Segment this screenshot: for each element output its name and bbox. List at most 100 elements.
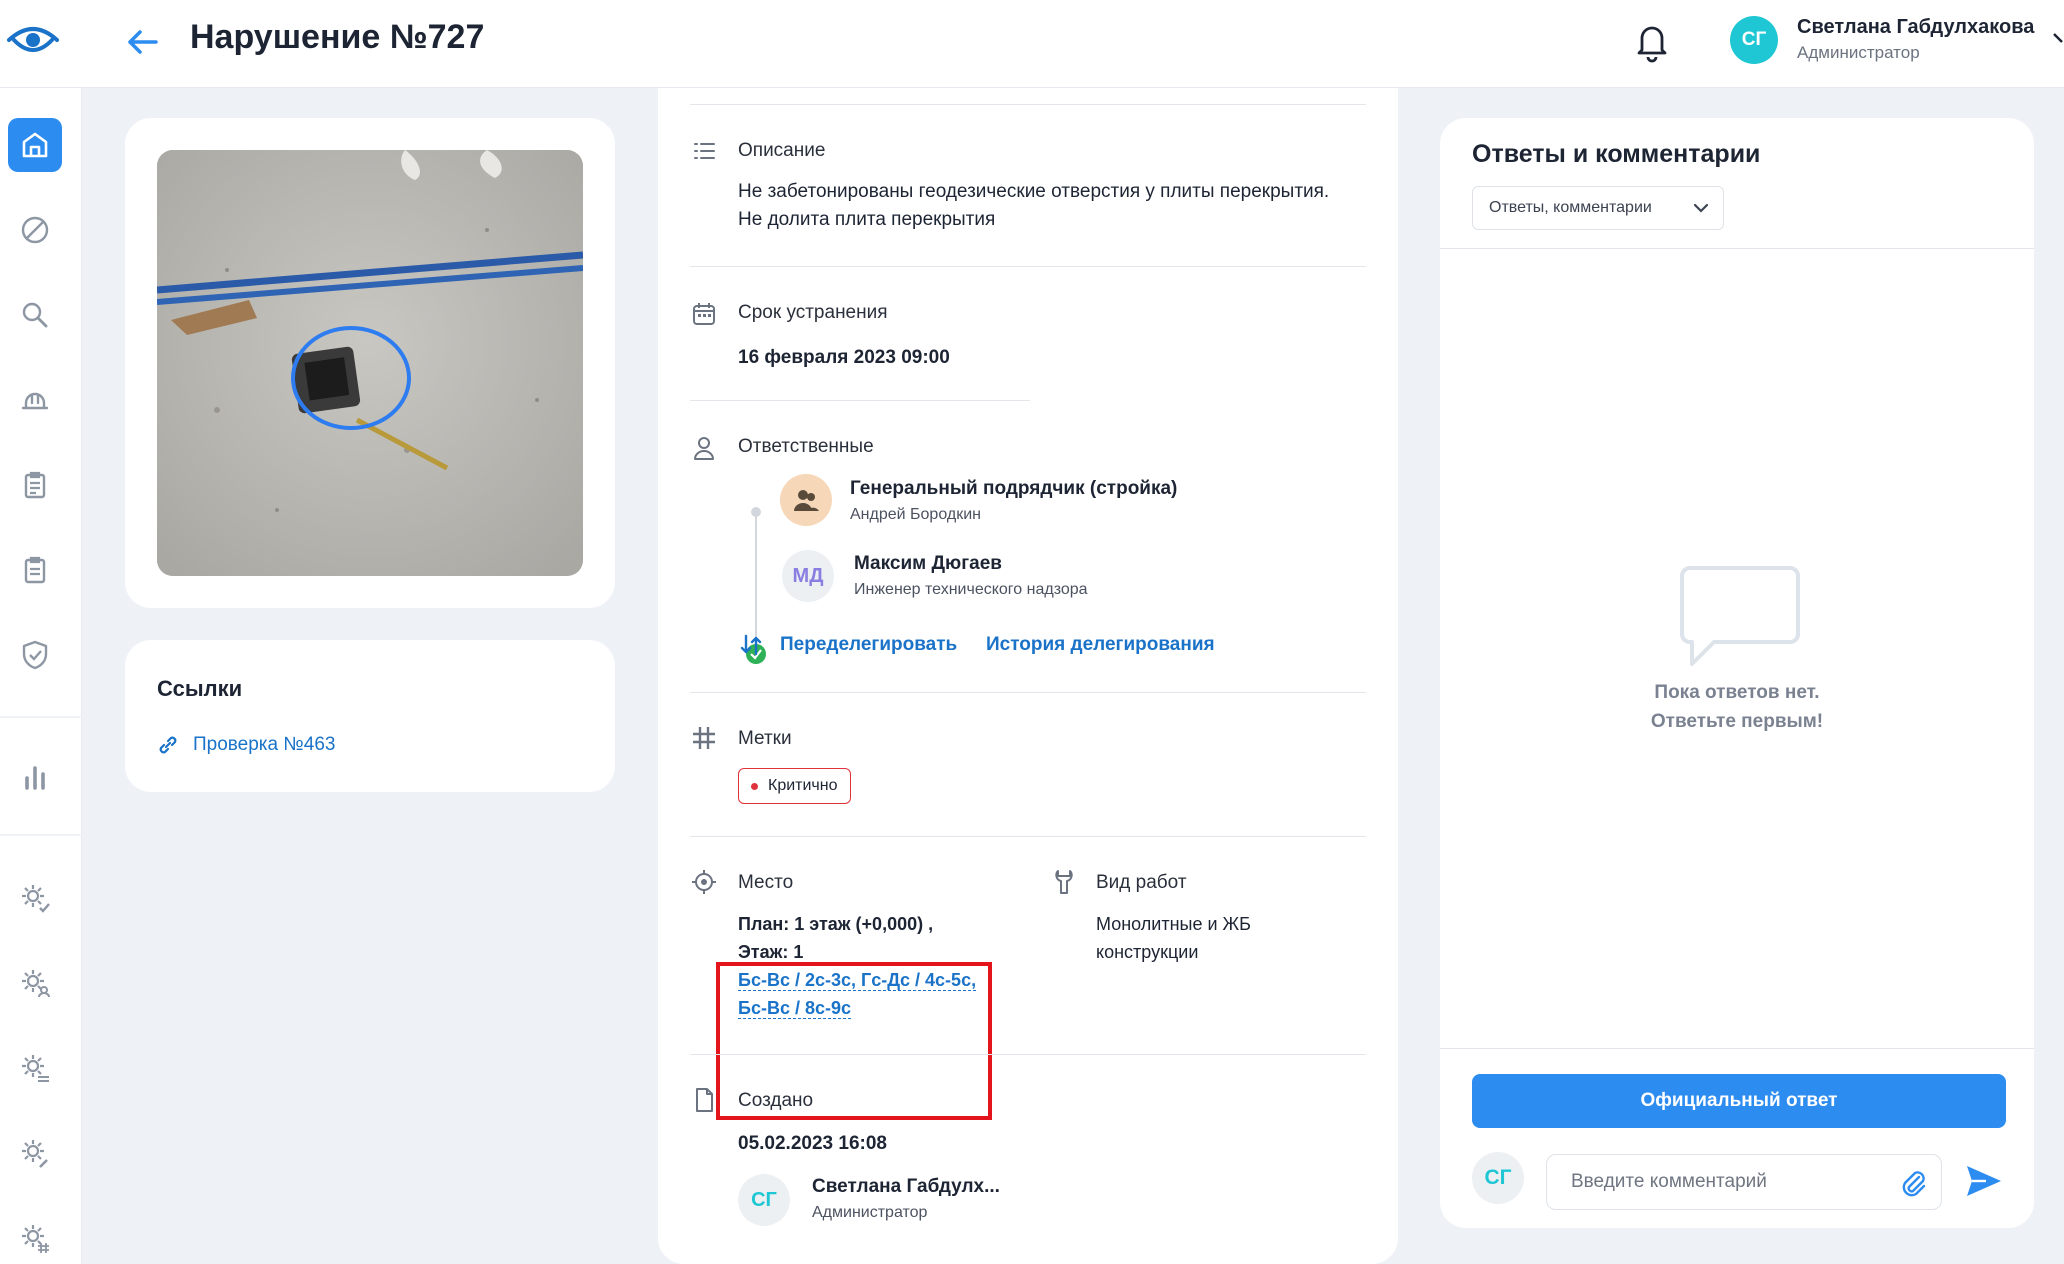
top-bar: Нарушение №727 СГ Светлана Габдулхакова … (0, 0, 2064, 88)
calendar-icon (693, 303, 715, 325)
hardhat-icon (21, 392, 49, 410)
sidebar-item-clipboard-alt[interactable] (8, 543, 62, 597)
link-inspection[interactable]: Проверка №463 (157, 734, 335, 756)
violation-photo[interactable] (157, 150, 583, 576)
user-role: Администратор (1797, 43, 1920, 62)
send-icon[interactable] (1964, 1162, 2004, 1200)
divider (690, 104, 1366, 105)
group-icon (794, 490, 819, 511)
sidebar-item-clipboard[interactable] (8, 458, 62, 512)
comments-filter-select[interactable]: Ответы, комментарии (1472, 186, 1724, 230)
sidebar-item-hardhat[interactable] (8, 373, 62, 427)
gear-check-icon (22, 885, 50, 913)
sidebar (0, 88, 82, 1264)
comment-input-wrapper (1546, 1154, 1942, 1210)
back-arrow-icon[interactable] (122, 22, 162, 62)
chevron-down-icon (1693, 203, 1709, 213)
chevron-down-icon[interactable] (2052, 30, 2064, 46)
sidebar-divider (0, 716, 82, 718)
contractor-avatar (780, 474, 832, 526)
work-type-value: Монолитные и ЖБ конструкции (1096, 914, 1251, 962)
paperclip-icon[interactable] (1897, 1167, 1929, 1199)
shield-check-icon (22, 640, 48, 670)
sidebar-divider (0, 834, 82, 836)
link-inspection-label: Проверка №463 (193, 734, 336, 755)
redelegate-link[interactable]: Переделегировать (780, 634, 957, 656)
comments-card: Ответы и комментарии Ответы, комментарии… (1440, 118, 2034, 1228)
creator-role: Администратор (812, 1204, 928, 1221)
user-icon (694, 437, 714, 460)
sidebar-item-search[interactable] (8, 288, 62, 342)
document-icon (696, 1088, 713, 1112)
gear-hash-icon (22, 1225, 49, 1253)
redelegate-icon[interactable] (738, 632, 764, 658)
place-plan: План: 1 этаж (+0,000) , (738, 914, 934, 934)
created-label: Создано (738, 1090, 814, 1111)
work-type-label: Вид работ (1096, 872, 1187, 893)
gear-sliders-icon (22, 1055, 49, 1082)
eye-logo-icon[interactable] (6, 20, 60, 60)
gear-wrench-icon (22, 1140, 48, 1168)
sidebar-item-settings-user[interactable] (8, 956, 62, 1010)
details-card: Описание Не забетонированы геодезические… (658, 88, 1398, 1264)
crosshair-icon (692, 870, 716, 894)
creator-avatar: СГ (738, 1174, 790, 1226)
divider (690, 400, 1030, 401)
sidebar-item-settings-sliders[interactable] (8, 1041, 62, 1095)
created-date: 05.02.2023 16:08 (738, 1133, 887, 1154)
place-floor: Этаж: 1 (738, 942, 804, 962)
divider (690, 266, 1366, 267)
contractor-person: Андрей Бородкин (850, 506, 981, 523)
links-card: Ссылки Проверка №463 (125, 640, 615, 792)
bell-icon[interactable] (1634, 20, 1670, 64)
divider (690, 836, 1366, 837)
tag-critical-label: Критично (768, 777, 838, 794)
link-icon (159, 736, 177, 754)
comments-title: Ответы и комментарии (1472, 140, 1761, 168)
hash-icon (693, 727, 715, 749)
user-name[interactable]: Светлана Габдулхакова (1797, 16, 2034, 39)
page-title: Нарушение №727 (190, 18, 485, 56)
sidebar-item-settings-wrench[interactable] (8, 1126, 62, 1180)
empty-chat-icon (1680, 566, 1800, 666)
concrete-photo-illustration (157, 150, 583, 576)
place-label: Место (738, 872, 794, 893)
list-icon (694, 143, 715, 159)
responsible-label: Ответственные (738, 436, 874, 457)
divider (690, 1054, 1366, 1055)
wrench-icon (1055, 870, 1073, 894)
description-text: Не забетонированы геодезические отверсти… (738, 181, 1330, 230)
deadline-value: 16 февраля 2023 09:00 (738, 347, 950, 368)
sidebar-item-shield[interactable] (8, 628, 62, 682)
deadline-label: Срок устранения (738, 302, 888, 323)
empty-state-text: Пока ответов нет. Ответьте первым! (1650, 682, 1824, 732)
description-label: Описание (738, 140, 826, 161)
critical-dot-icon (751, 782, 758, 790)
divider (690, 692, 1366, 693)
clipboard-alt-icon (24, 556, 46, 584)
engineer-name: Максим Дюгаев (854, 553, 1002, 574)
photo-card (125, 118, 615, 608)
links-title: Ссылки (157, 676, 243, 701)
clipboard-icon (24, 471, 46, 499)
tags-label: Метки (738, 728, 792, 749)
sidebar-item-ban[interactable] (8, 203, 62, 257)
divider (1440, 1048, 2034, 1049)
search-icon (22, 302, 48, 328)
delegation-history-link[interactable]: История делегирования (986, 634, 1215, 656)
sidebar-item-settings-check[interactable] (8, 871, 62, 925)
comment-input[interactable] (1571, 1155, 1881, 1209)
tag-critical[interactable]: Критично (738, 768, 851, 804)
contractor-name: Генеральный подрядчик (стройка) (850, 478, 1178, 499)
sidebar-item-analytics[interactable] (8, 750, 62, 804)
official-response-button[interactable]: Официальный ответ (1472, 1074, 2006, 1128)
gear-user-icon (22, 970, 50, 998)
place-axes-link-1[interactable]: Бс-Вс / 2с-3с, Гс-Дс / 4с-5с, (738, 966, 977, 995)
place-axes-link-2[interactable]: Бс-Вс / 8с-9с (738, 994, 851, 1023)
creator-name: Светлана Габдулх... (812, 1176, 1000, 1197)
bar-chart-icon (25, 766, 45, 790)
user-avatar[interactable]: СГ (1730, 16, 1778, 64)
sidebar-item-settings-hash[interactable] (8, 1211, 62, 1264)
sidebar-item-home[interactable] (8, 118, 62, 172)
ban-icon (21, 216, 49, 244)
